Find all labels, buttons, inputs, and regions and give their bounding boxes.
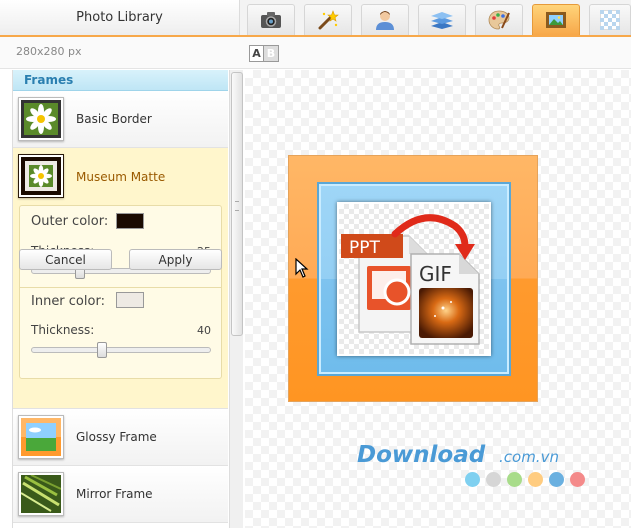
watermark-dot [570,472,585,487]
inner-thickness-slider[interactable] [31,342,211,358]
watermark-text: Download [357,442,486,468]
watermark-dots [465,472,585,487]
tab-effects[interactable] [304,4,352,35]
watermark-dot [507,472,522,487]
sidebar-scrollbar[interactable] [229,70,243,528]
compare-b-label: B [264,45,279,62]
frame-item-label: Museum Matte [76,169,166,184]
download-watermark-logo: Download .com.vn [357,442,559,468]
tab-frames[interactable] [532,4,580,35]
inner-color-swatch[interactable] [116,292,144,308]
tab-portrait[interactable] [361,4,409,35]
mirror-frame-thumbnail [18,472,64,516]
frame-item-label: Basic Border [76,112,152,126]
tab-background[interactable] [589,4,631,35]
ppt-text: PPT [349,238,381,258]
photo-library-label: Photo Library [76,10,163,25]
framed-image-preview[interactable]: PPT GIF [288,155,538,402]
frames-header: Frames [13,70,228,91]
frame-picture-icon [546,12,566,28]
image-size-label: 280x280 px [16,45,82,58]
frame-item-mirror-frame[interactable]: Mirror Frame [13,466,228,523]
watermark-dot [528,472,543,487]
frame-settings-box: Outer color: Thickness: 25 Inner color: … [19,205,222,379]
preview-photo: PPT GIF [337,202,491,356]
sidebar-scroll-thumb[interactable] [231,72,243,336]
frames-panel: Frames Basic Border Museum Matte Outer c… [12,70,228,528]
frame-item-label: Glossy Frame [76,430,157,444]
watermark-suffix: .com.vn [499,448,559,466]
tab-camera[interactable] [247,4,295,35]
frames-header-label: Frames [24,73,74,87]
frame-item-basic-border[interactable]: Basic Border [13,91,228,148]
apply-button[interactable]: Apply [129,249,222,270]
camera-icon [261,12,281,28]
gif-text: GIF [419,262,452,286]
glossy-frame-thumbnail [18,415,64,459]
inner-thickness-label: Thickness: [31,323,95,337]
basic-border-thumbnail [18,97,64,141]
inner-color-label: Inner color: [31,294,105,309]
inner-frame-border: PPT GIF [317,182,511,376]
inner-thickness-handle[interactable] [97,342,107,358]
mouse-cursor-icon [295,258,309,278]
compare-ab-button[interactable]: A B [249,45,279,62]
inner-thickness-value: 40 [197,324,211,337]
settings-divider [20,287,221,288]
person-icon [376,11,394,30]
frame-item-glossy-frame[interactable]: Glossy Frame [13,409,228,466]
frame-item-museum-matte[interactable]: Museum Matte [13,148,228,205]
frame-item-label: Mirror Frame [76,487,153,501]
checkerboard-icon [600,10,620,30]
museum-matte-thumbnail [18,154,64,198]
watermark-dot [549,472,564,487]
watermark-dot [486,472,501,487]
museum-matte-settings: Outer color: Thickness: 25 Inner color: … [13,205,228,409]
photo-library-tab[interactable]: Photo Library [0,0,240,35]
outer-color-swatch[interactable] [116,213,144,229]
magic-wand-icon [318,10,339,30]
secondary-toolbar: 280x280 px A B [0,37,631,69]
cancel-button[interactable]: Cancel [19,249,112,270]
outer-color-label: Outer color: [31,214,109,229]
tab-layers[interactable] [418,4,466,35]
palette-icon [488,10,510,30]
top-tab-bar: Photo Library [0,0,631,37]
tab-paint[interactable] [475,4,523,35]
watermark-dot [465,472,480,487]
layers-icon [431,12,453,29]
compare-a-label: A [249,45,264,62]
